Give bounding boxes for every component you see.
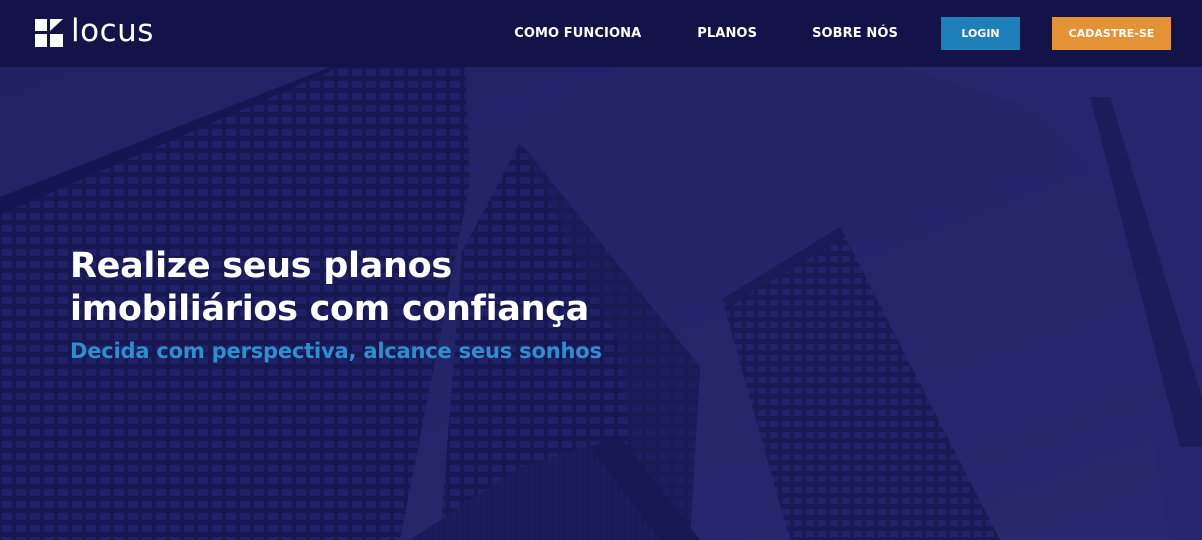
- locus-logo-icon: [35, 19, 63, 47]
- hero-content: Realize seus planos imobiliários com con…: [70, 245, 770, 365]
- nav-link-como-funciona[interactable]: COMO FUNCIONA: [514, 26, 641, 41]
- hero-section: Realize seus planos imobiliários com con…: [0, 67, 1202, 540]
- brand-name: locus: [71, 13, 154, 49]
- nav-link-sobre-nos[interactable]: SOBRE NÓS: [812, 26, 898, 41]
- top-navbar: locus COMO FUNCIONA PLANOS SOBRE NÓS LOG…: [0, 0, 1202, 67]
- hero-subtitle: Decida com perspectiva, alcance seus son…: [70, 339, 602, 363]
- main-nav: COMO FUNCIONA PLANOS SOBRE NÓS LOGIN CAD…: [514, 17, 1171, 50]
- signup-button[interactable]: CADASTRE-SE: [1052, 17, 1171, 50]
- brand-logo[interactable]: locus: [35, 13, 154, 49]
- login-button[interactable]: LOGIN: [941, 17, 1020, 50]
- nav-link-planos[interactable]: PLANOS: [697, 26, 757, 41]
- landing-page: locus COMO FUNCIONA PLANOS SOBRE NÓS LOG…: [0, 0, 1202, 540]
- hero-title: Realize seus planos imobiliários com con…: [70, 246, 589, 329]
